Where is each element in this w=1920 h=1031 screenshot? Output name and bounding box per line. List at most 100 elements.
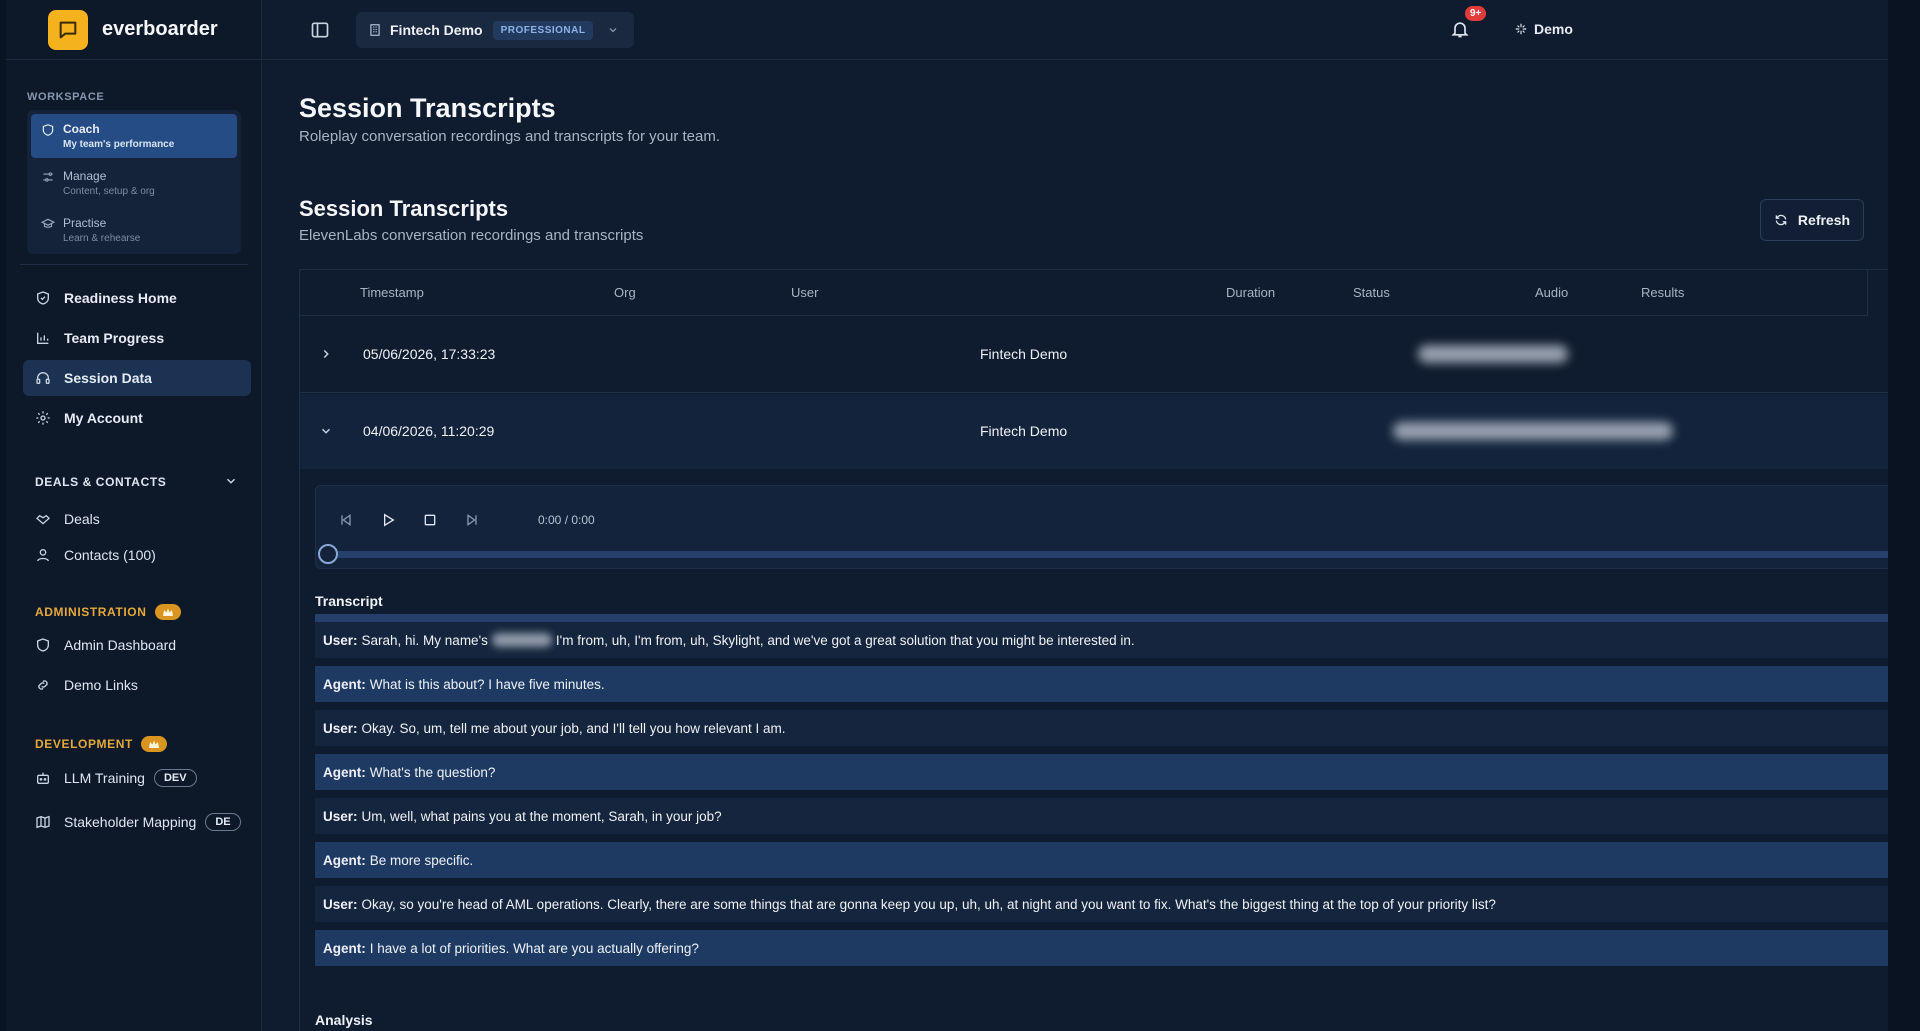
- column-org[interactable]: Org: [614, 285, 636, 300]
- transcript-divider: [315, 614, 1888, 622]
- refresh-label: Refresh: [1797, 212, 1851, 228]
- table-row[interactable]: 05/06/2026, 17:33:23 Fintech Demo: [300, 317, 1888, 393]
- workspace-label: Practise: [63, 216, 107, 230]
- user-icon: [37, 549, 49, 562]
- crown-icon: [154, 604, 181, 620]
- transcript-line: User: Sarah, hi. My name's I'm from, uh,…: [315, 622, 1888, 658]
- nav-label: Admin Dashboard: [64, 637, 177, 653]
- brand[interactable]: everboarder: [6, 0, 261, 60]
- nav-my-account[interactable]: My Account: [23, 400, 251, 436]
- workspace-label: Manage: [63, 169, 107, 183]
- group-label: DEALS & CONTACTS: [35, 475, 167, 489]
- nav-label: Deals: [64, 511, 100, 527]
- nav-contacts[interactable]: Contacts (100): [23, 537, 251, 573]
- skip-forward-icon[interactable]: [464, 512, 480, 528]
- user-name: Demo: [1534, 21, 1573, 37]
- nav-label: My Account: [64, 410, 143, 426]
- row-org: Fintech Demo: [980, 423, 1068, 439]
- nav-label: Contacts (100): [64, 547, 156, 563]
- scroll-fade: [315, 967, 1888, 997]
- speaker-label: Agent:: [323, 852, 366, 868]
- speaker-label: User:: [323, 808, 358, 824]
- user-menu[interactable]: Demo: [1514, 21, 1573, 37]
- bell-icon[interactable]: [1450, 19, 1470, 39]
- plan-badge: PROFESSIONAL: [492, 20, 594, 40]
- main-content: Session Transcripts Roleplay conversatio…: [262, 61, 1888, 1031]
- chevron-right-icon[interactable]: [319, 347, 333, 361]
- line-text: Okay. So, um, tell me about your job, an…: [361, 720, 786, 736]
- nav-admin-dashboard[interactable]: Admin Dashboard: [23, 627, 251, 663]
- column-user[interactable]: User: [791, 285, 818, 300]
- nav-label: Stakeholder Mapping: [64, 814, 197, 830]
- workspace-practise[interactable]: Practise Learn & rehearse: [31, 208, 237, 252]
- transcript-list[interactable]: User: Sarah, hi. My name's I'm from, uh,…: [315, 622, 1888, 997]
- crown-icon: [140, 736, 167, 752]
- column-duration[interactable]: Duration: [1226, 285, 1275, 300]
- redacted-name: [491, 633, 552, 647]
- nav-demo-links[interactable]: Demo Links: [23, 667, 251, 703]
- shield-icon: [37, 638, 49, 652]
- line-text: I have a lot of priorities. What are you…: [369, 940, 699, 956]
- org-switcher[interactable]: Fintech Demo PROFESSIONAL: [356, 12, 634, 48]
- refresh-icon: [1775, 214, 1787, 226]
- workspace-switcher: Coach My team's performance Manage Content…: [27, 110, 241, 254]
- map-icon: [36, 815, 50, 829]
- line-text: Um, well, what pains you at the moment, …: [361, 808, 722, 824]
- column-status[interactable]: Status: [1353, 285, 1390, 300]
- screen-edge: [1888, 0, 1920, 1031]
- line-text: Sarah, hi. My name's: [361, 632, 488, 648]
- stop-icon[interactable]: [422, 512, 438, 528]
- nav-stakeholder-mapping[interactable]: Stakeholder Mapping DE: [23, 804, 251, 840]
- nav-deals[interactable]: Deals: [23, 501, 251, 537]
- analysis-title: Analysis: [315, 1012, 373, 1028]
- app-window: everboarder WORKSPACE Coach My team's per…: [6, 0, 1888, 1031]
- workspace-coach[interactable]: Coach My team's performance: [31, 114, 237, 158]
- chevron-down-icon[interactable]: [319, 424, 333, 438]
- development-group: DEVELOPMENT: [35, 736, 167, 752]
- nav-team-progress[interactable]: Team Progress: [23, 320, 251, 356]
- column-results[interactable]: Results: [1641, 285, 1684, 300]
- nav-label: Team Progress: [64, 330, 165, 346]
- chat-bubble-logo-icon: [48, 9, 88, 50]
- line-text: I'm from, uh, I'm from, uh, Skylight, an…: [555, 632, 1135, 648]
- group-label: ADMINISTRATION: [35, 605, 147, 619]
- transcript-line: Agent: What's the question?: [315, 754, 1888, 790]
- screen-frame: everboarder WORKSPACE Coach My team's per…: [0, 0, 1920, 1031]
- nav-label: LLM Training: [64, 770, 145, 786]
- transcript-line: Agent: Be more specific.: [315, 842, 1888, 878]
- gear-icon: [36, 411, 50, 425]
- speaker-label: Agent:: [323, 764, 366, 780]
- play-icon[interactable]: [380, 512, 396, 528]
- seek-handle[interactable]: [318, 544, 338, 564]
- sessions-table: Timestamp Org User Duration Status Audio…: [299, 269, 1888, 1031]
- transcript-line: Agent: I have a lot of priorities. What a…: [315, 930, 1888, 966]
- page-title: Session Transcripts: [299, 93, 556, 123]
- nav-readiness-home[interactable]: Readiness Home: [23, 280, 251, 316]
- dev-badge: DEV: [153, 769, 197, 787]
- refresh-button[interactable]: Refresh: [1760, 199, 1864, 241]
- sliders-icon: [43, 172, 53, 182]
- deals-contacts-group[interactable]: DEALS & CONTACTS: [35, 475, 166, 489]
- line-text: What's the question?: [369, 764, 496, 780]
- nav-llm-training[interactable]: LLM Training DEV: [23, 760, 251, 796]
- nav-session-data[interactable]: Session Data: [23, 360, 251, 396]
- skip-back-icon[interactable]: [338, 512, 354, 528]
- handshake-icon: [36, 514, 50, 525]
- workspace-manage[interactable]: Manage Content, setup & org: [31, 161, 237, 205]
- row-timestamp: 04/06/2026, 11:20:29: [363, 423, 495, 439]
- column-audio[interactable]: Audio: [1535, 285, 1568, 300]
- line-text: What is this about? I have five minutes.: [369, 676, 605, 692]
- row-timestamp: 05/06/2026, 17:33:23: [363, 346, 496, 362]
- topbar: Fintech Demo PROFESSIONAL 9+ Demo: [262, 0, 1888, 60]
- robot-icon: [37, 772, 49, 784]
- column-timestamp[interactable]: Timestamp: [360, 285, 424, 300]
- dev-badge: DE: [205, 813, 241, 831]
- nav-label: Readiness Home: [64, 290, 177, 306]
- sidebar-toggle-icon[interactable]: [310, 20, 330, 40]
- org-name: Fintech Demo: [390, 22, 483, 38]
- bar-chart-icon: [37, 332, 49, 344]
- table-row-expanded[interactable]: 04/06/2026, 11:20:29 Fintech Demo: [300, 394, 1888, 470]
- seek-bar[interactable]: [330, 551, 1888, 558]
- chevron-down-icon[interactable]: [224, 474, 238, 488]
- workspace-sub: Learn & rehearse: [63, 233, 141, 244]
